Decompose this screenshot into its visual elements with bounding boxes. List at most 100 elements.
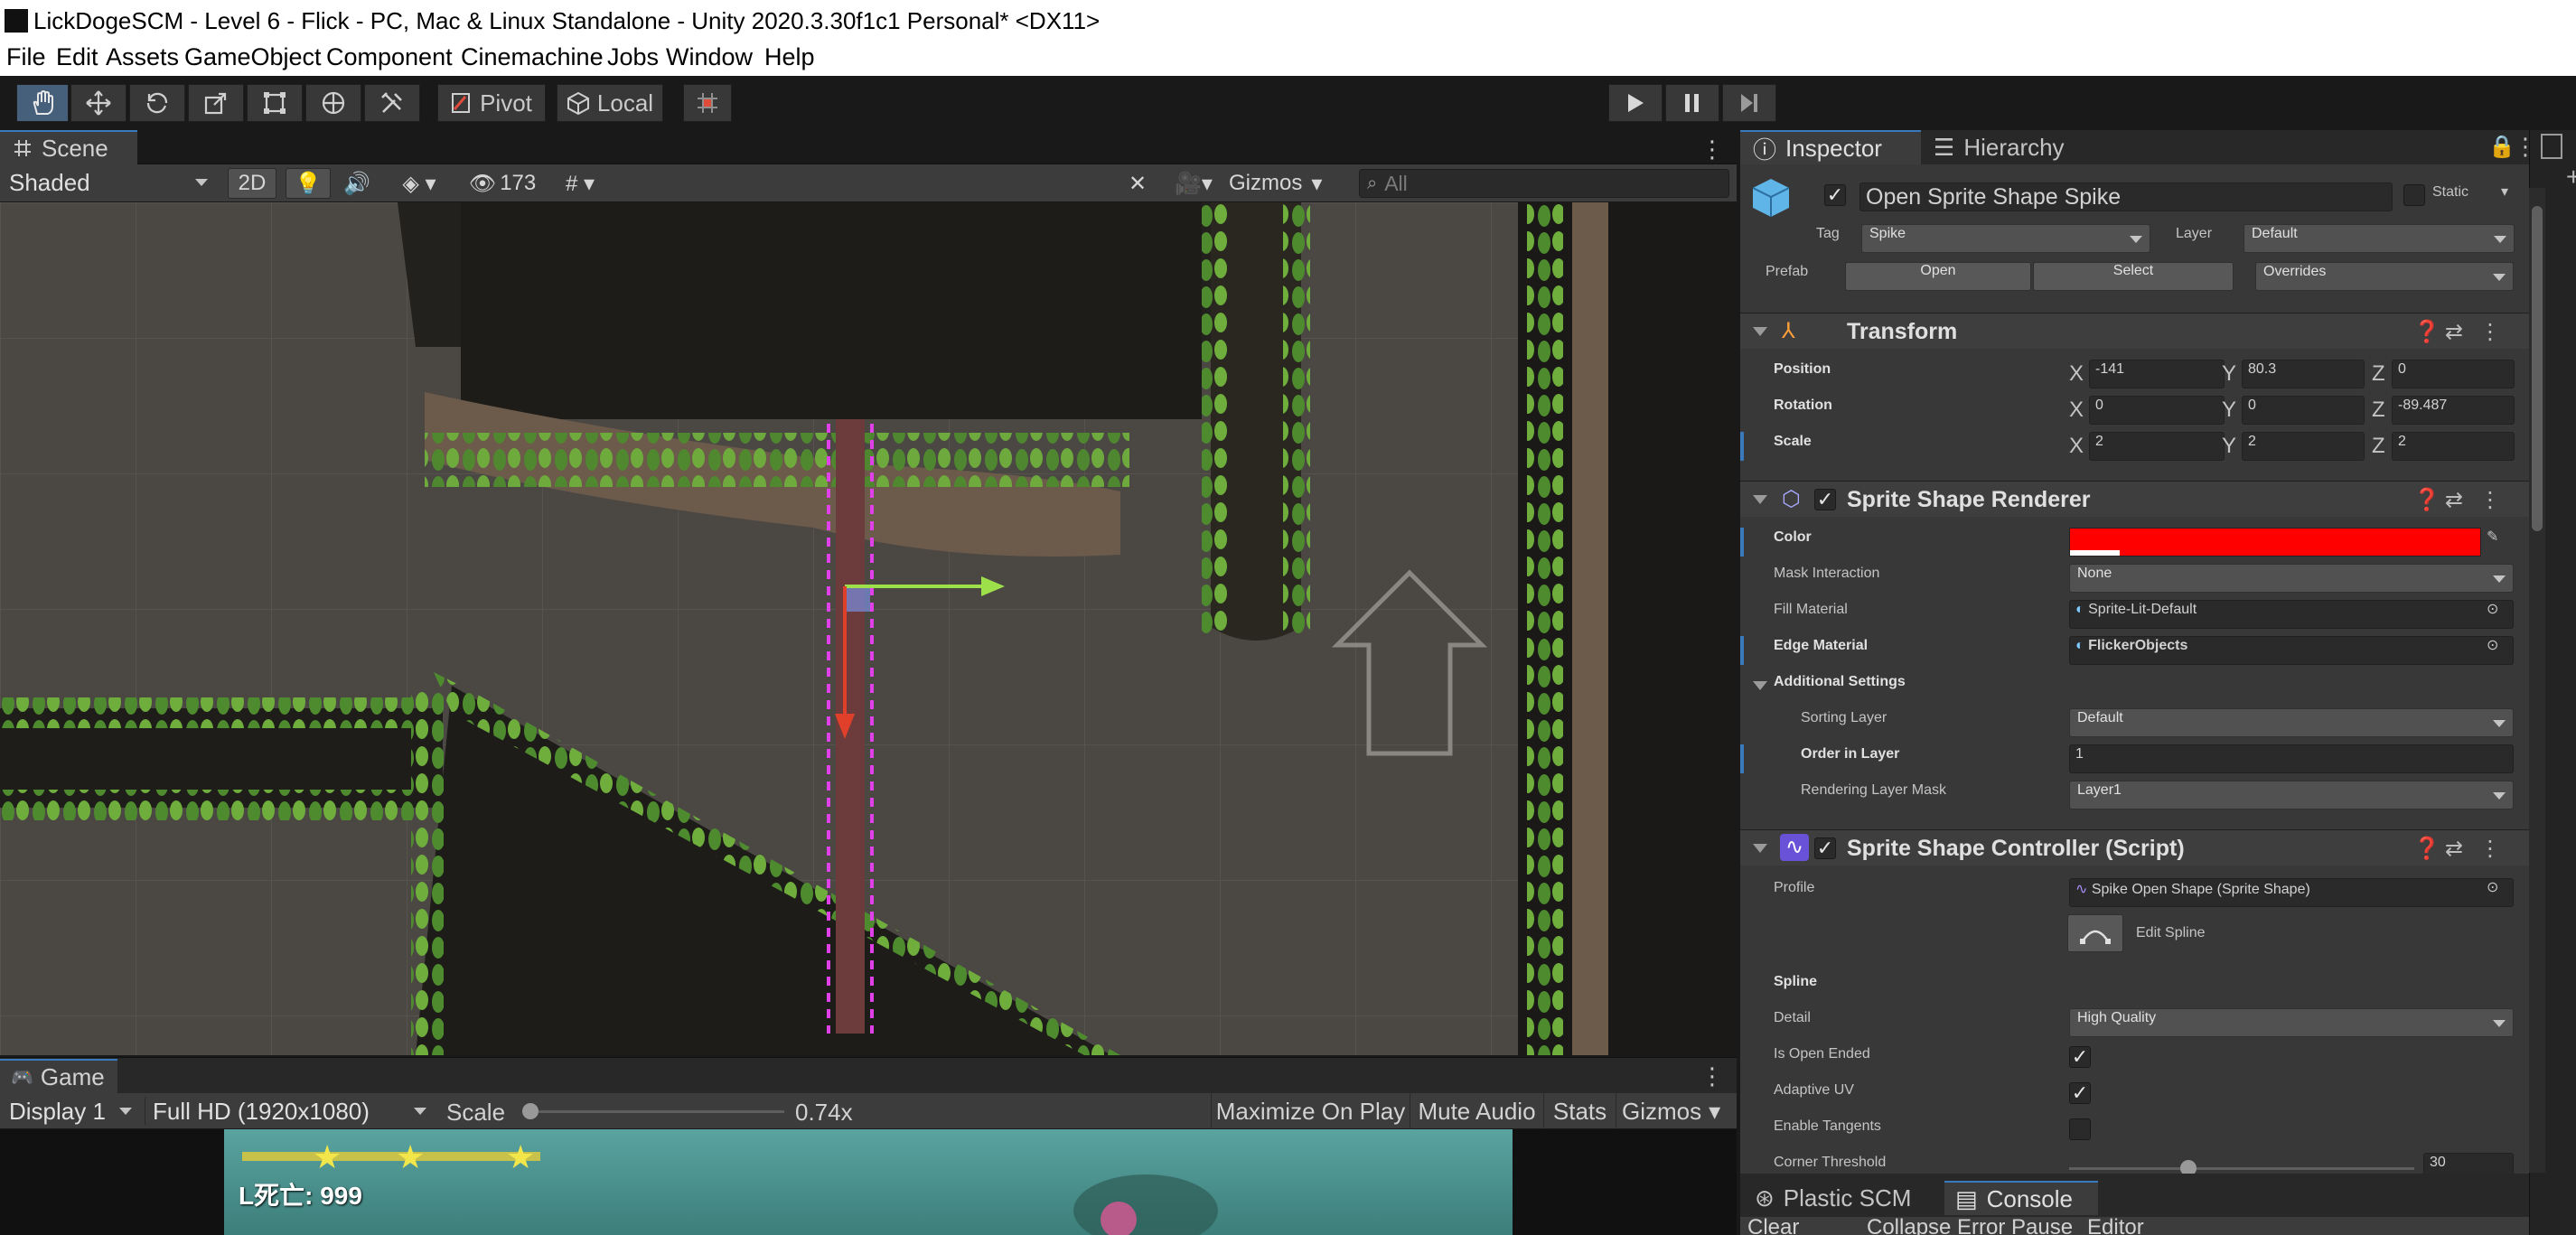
layer-dropdown[interactable]: Default — [2243, 224, 2515, 253]
draw-mode-dropdown[interactable]: Shaded — [2, 168, 215, 199]
color-swatch[interactable] — [2069, 528, 2481, 557]
editor-dropdown[interactable]: Editor — [2087, 1217, 2144, 1235]
transform-tool-button[interactable] — [305, 84, 361, 122]
menu-help[interactable]: Help — [764, 43, 815, 71]
prefab-select-button[interactable]: Select — [2033, 262, 2234, 291]
static-checkbox[interactable] — [2403, 184, 2425, 206]
position-x-field[interactable]: -141 — [2089, 360, 2225, 388]
menu-component[interactable]: Component — [326, 43, 453, 71]
panel-icon[interactable] — [2541, 134, 2562, 159]
inspector-scrollbar[interactable] — [2529, 188, 2545, 1173]
object-picker-icon[interactable]: ⊙ — [2487, 878, 2498, 896]
mode-2d-toggle[interactable]: 2D — [228, 168, 276, 199]
controller-enabled-checkbox[interactable]: ✓ — [1814, 837, 1836, 859]
tools-toggle[interactable]: ✕ — [1117, 168, 1158, 199]
fill-material-field[interactable]: ◐ Sprite-Lit-Default — [2069, 600, 2514, 629]
enable-tangents-checkbox[interactable] — [2069, 1118, 2091, 1140]
tab-inspector[interactable]: ⓘ Inspector — [1740, 130, 1921, 164]
collapse-button[interactable]: Collapse — [1867, 1217, 1951, 1235]
rotate-tool-button[interactable] — [129, 84, 185, 122]
effects-dropdown[interactable]: ◈ ▾ — [383, 168, 455, 199]
foldout-arrow-icon[interactable] — [1753, 681, 1767, 690]
custom-tool-button[interactable] — [364, 84, 420, 122]
resolution-dropdown[interactable]: Full HD (1920x1080) — [145, 1097, 434, 1126]
scene-viewport[interactable] — [0, 202, 1737, 1055]
game-viewport[interactable]: ★ ★ ★ L死亡: 999 — [0, 1129, 1737, 1235]
tab-game[interactable]: 🎮 Game — [0, 1059, 117, 1093]
edit-spline-button[interactable] — [2067, 914, 2123, 952]
audio-toggle[interactable]: 🔊 — [334, 168, 379, 199]
mute-audio-toggle[interactable]: Mute Audio — [1410, 1093, 1543, 1129]
step-button[interactable] — [1722, 84, 1776, 122]
component-menu-icon[interactable]: ⋮ — [2479, 319, 2501, 345]
tab-plastic-scm[interactable]: ⊛ Plastic SCM — [1740, 1181, 1944, 1215]
position-z-field[interactable]: 0 — [2392, 360, 2515, 388]
menu-file[interactable]: File — [6, 43, 46, 71]
mask-interaction-dropdown[interactable]: None — [2069, 564, 2514, 593]
rotation-y-field[interactable]: 0 — [2242, 396, 2365, 425]
rotation-z-field[interactable]: -89.487 — [2392, 396, 2515, 425]
help-icon[interactable]: ❓ — [2413, 836, 2440, 862]
scale-z-field[interactable]: 2 — [2392, 432, 2515, 461]
scrollbar-thumb[interactable] — [2532, 206, 2543, 531]
stats-toggle[interactable]: Stats — [1543, 1093, 1616, 1129]
is-open-ended-checkbox[interactable]: ✓ — [2069, 1046, 2091, 1068]
scale-x-field[interactable]: 2 — [2089, 432, 2225, 461]
corner-threshold-slider[interactable] — [2069, 1160, 2414, 1176]
scale-tool-button[interactable] — [188, 84, 244, 122]
renderer-enabled-checkbox[interactable]: ✓ — [1814, 489, 1836, 510]
move-tool-button[interactable] — [70, 84, 126, 122]
menu-jobs[interactable]: Jobs — [607, 43, 659, 71]
prefab-open-button[interactable]: Open — [1845, 262, 2031, 291]
error-pause-button[interactable]: Error Pause — [1957, 1217, 2073, 1235]
tab-hierarchy[interactable]: ☰ Hierarchy — [1921, 130, 2093, 164]
hand-tool-button[interactable] — [16, 84, 69, 122]
foldout-arrow-icon[interactable] — [1753, 327, 1767, 336]
rendering-layer-mask-dropdown[interactable]: Layer1 — [2069, 781, 2514, 809]
play-button[interactable] — [1608, 84, 1663, 122]
grid-snap-button[interactable] — [683, 84, 732, 122]
hidden-objects-toggle[interactable]: 👁 173 — [463, 168, 542, 199]
camera-dropdown[interactable]: 🎥▾ — [1166, 168, 1222, 199]
object-picker-icon[interactable]: ⊙ — [2487, 636, 2498, 654]
menu-gameobject[interactable]: GameObject — [184, 43, 322, 71]
maximize-on-play-toggle[interactable]: Maximize On Play — [1211, 1093, 1410, 1129]
menu-assets[interactable]: Assets — [106, 43, 179, 71]
scale-slider-thumb[interactable] — [522, 1103, 539, 1119]
detail-dropdown[interactable]: High Quality — [2069, 1008, 2514, 1037]
transform-header[interactable]: ⅄ Transform ❓ ⇄ ⋮ — [1740, 313, 2529, 349]
tag-dropdown[interactable]: Spike — [1861, 224, 2150, 253]
game-gizmos-dropdown[interactable]: Gizmos ▾ — [1616, 1093, 1737, 1129]
object-name-field[interactable]: Open Sprite Shape Spike — [1859, 182, 2393, 211]
tab-console[interactable]: ▤ Console — [1944, 1181, 2098, 1215]
pivot-button[interactable]: Pivot — [437, 84, 546, 122]
component-menu-icon[interactable]: ⋮ — [2479, 487, 2501, 513]
menu-cinemachine[interactable]: Cinemachine — [461, 43, 604, 71]
adaptive-uv-checkbox[interactable]: ✓ — [2069, 1082, 2091, 1104]
local-button[interactable]: Local — [557, 84, 663, 122]
menu-window[interactable]: Window — [666, 43, 753, 71]
help-icon[interactable]: ❓ — [2413, 319, 2440, 345]
rotation-x-field[interactable]: 0 — [2089, 396, 2225, 425]
renderer-header[interactable]: ⬡ ✓ Sprite Shape Renderer ❓ ⇄ ⋮ — [1740, 481, 2529, 517]
display-dropdown[interactable]: Display 1 — [2, 1097, 139, 1126]
grid-visibility-dropdown[interactable]: # ▾ — [546, 168, 614, 199]
order-in-layer-field[interactable]: 1 — [2069, 744, 2514, 773]
profile-field[interactable]: ∿ Spike Open Shape (Sprite Shape) — [2069, 878, 2514, 907]
sorting-layer-dropdown[interactable]: Default — [2069, 708, 2514, 737]
presets-icon[interactable]: ⇄ — [2445, 836, 2463, 862]
menu-edit[interactable]: Edit — [56, 43, 98, 71]
lock-icon[interactable]: 🔒 — [2488, 134, 2515, 160]
scale-y-field[interactable]: 2 — [2242, 432, 2365, 461]
add-icon[interactable]: + — [2566, 163, 2576, 192]
scene-search-field[interactable]: ⌕ All — [1359, 169, 1729, 198]
help-icon[interactable]: ❓ — [2413, 487, 2440, 513]
foldout-arrow-icon[interactable] — [1753, 495, 1767, 504]
eyedropper-icon[interactable]: ✎ — [2487, 528, 2498, 546]
lighting-toggle[interactable]: 💡 — [286, 168, 331, 199]
gizmos-dropdown[interactable]: Gizmos ▾ — [1229, 168, 1346, 199]
position-y-field[interactable]: 80.3 — [2242, 360, 2365, 388]
game-more-icon[interactable]: ⋮ — [1700, 1062, 1724, 1090]
scene-more-icon[interactable]: ⋮ — [1700, 136, 1724, 164]
presets-icon[interactable]: ⇄ — [2445, 487, 2463, 513]
